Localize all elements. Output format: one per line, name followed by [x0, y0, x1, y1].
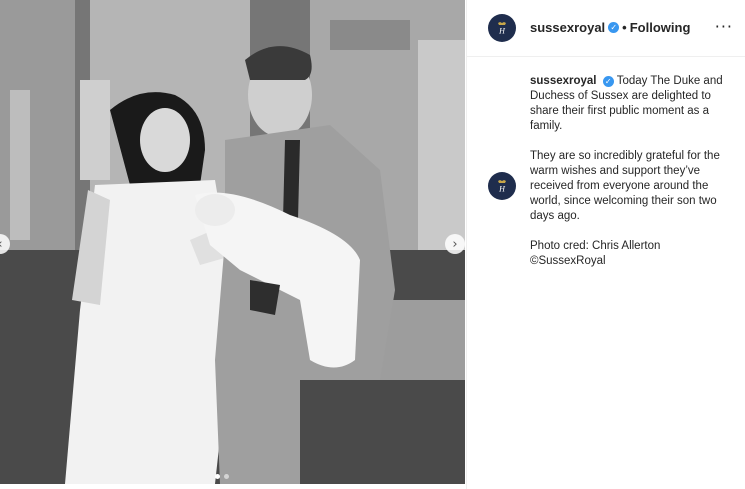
separator-dot: •	[622, 20, 627, 35]
post-header: H sussexroyal ✓ • Following ···	[467, 0, 745, 57]
photo-illustration	[0, 0, 465, 484]
chevron-right-icon: ›	[452, 236, 458, 252]
post-photo[interactable]: ‹ ›	[0, 0, 465, 484]
caption-paragraph: They are so incredibly grateful for the …	[530, 150, 720, 222]
svg-text:H: H	[498, 185, 506, 194]
chevron-left-icon: ‹	[0, 237, 3, 252]
monogram-icon: H	[498, 180, 506, 194]
avatar[interactable]: H	[488, 14, 516, 42]
caption-text: sussexroyal ✓ Today The Duke and Duchess…	[530, 74, 735, 284]
svg-text:H: H	[498, 27, 506, 36]
avatar[interactable]: H	[488, 172, 516, 200]
carousel-indicator	[215, 474, 229, 479]
username-link[interactable]: sussexroyal	[530, 20, 605, 35]
carousel-next-button[interactable]: ›	[445, 234, 465, 254]
more-options-icon[interactable]: ···	[715, 17, 733, 36]
caption-username-link[interactable]: sussexroyal	[530, 75, 597, 87]
caption-credit: Photo cred: Chris Allerton ©SussexRoyal	[530, 240, 661, 267]
post-side-panel: H sussexroyal ✓ • Following ··· H sussex…	[466, 0, 745, 489]
header-user-row: sussexroyal ✓ • Following	[530, 20, 690, 35]
monogram-icon: H	[498, 22, 506, 36]
instagram-post: ‹ › H sussexroyal ✓ • Following ···	[0, 0, 745, 489]
following-button[interactable]: Following	[630, 20, 691, 35]
verified-badge-icon: ✓	[602, 76, 614, 87]
verified-badge-icon: ✓	[608, 22, 620, 33]
carousel-dot	[215, 474, 220, 479]
carousel-dot	[224, 474, 229, 479]
caption-paragraph: sussexroyal ✓ Today The Duke and Duchess…	[530, 74, 735, 134]
